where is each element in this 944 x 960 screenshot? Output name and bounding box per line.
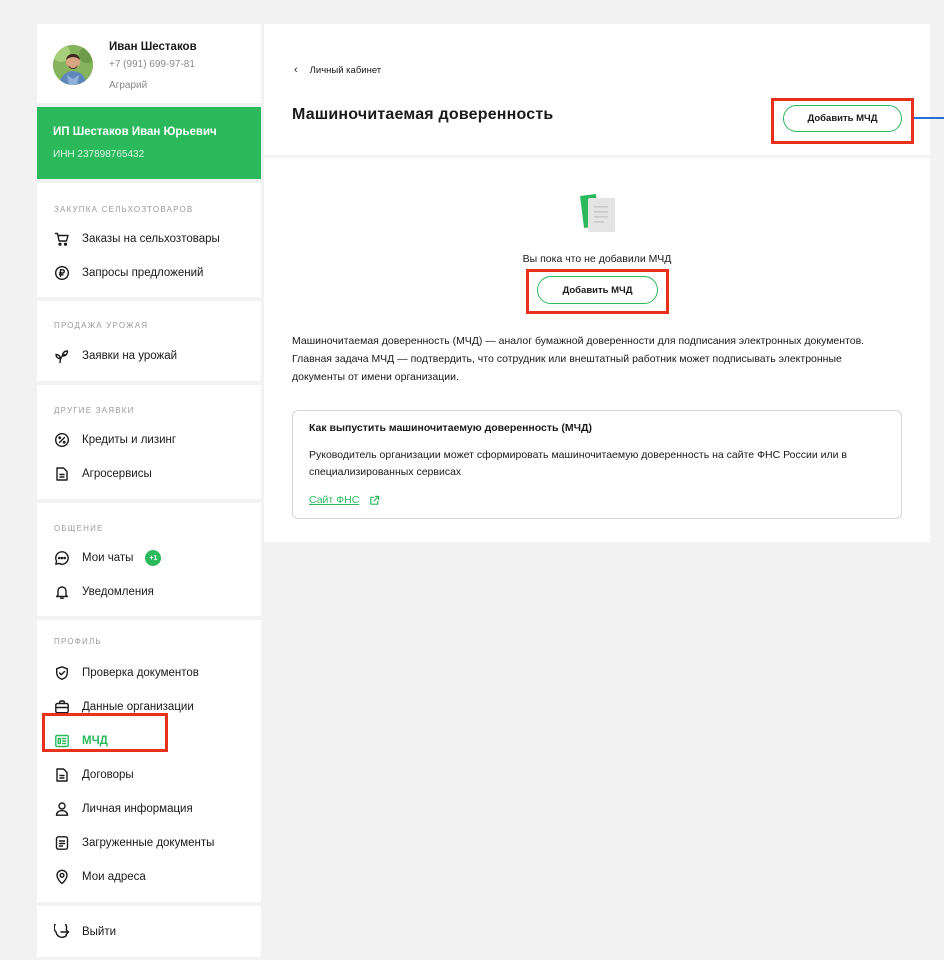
breadcrumb-label: Личный кабинет	[309, 64, 382, 76]
ruble-icon	[54, 265, 70, 281]
sidebar-item-label: Запросы предложений	[82, 267, 204, 279]
page-title: Машиночитаемая доверенность	[292, 106, 554, 123]
sidebar-item-label: Данные организации	[82, 701, 194, 713]
breadcrumb[interactable]: ‹ Личный кабинет	[294, 64, 381, 76]
organization-inn: ИНН 237898765432	[53, 149, 145, 160]
sprout-icon	[54, 348, 70, 364]
user-icon	[54, 801, 70, 817]
profile-role: Аграрий	[109, 80, 148, 91]
sidebar-item-label: Кредиты и лизинг	[82, 434, 177, 446]
sidebar-item-organization-data[interactable]: Данные организации	[37, 690, 261, 724]
mchd-description: Машиночитаемая доверенность (МЧД) — анал…	[292, 335, 865, 383]
sidebar-item-label: Агросервисы	[82, 468, 152, 480]
add-mchd-header-button[interactable]: Добавить МЧД	[783, 105, 902, 132]
page-header: ‹ Личный кабинет Машиночитаемая доверенн…	[264, 24, 930, 155]
sidebar-section-profile: ПРОФИЛЬ Проверка документов Данные орган…	[37, 620, 261, 902]
logout-label: Выйти	[82, 926, 117, 938]
shield-check-icon	[54, 665, 70, 681]
logout-button[interactable]: Выйти	[37, 915, 261, 949]
sidebar-item-label: Проверка документов	[82, 667, 199, 679]
sidebar-item-uploaded-docs[interactable]: Загруженные документы	[37, 826, 261, 860]
sidebar: Иван Шестаков +7 (991) 699-97-81 Аграрий…	[37, 24, 261, 960]
logout-icon	[54, 924, 70, 940]
sidebar-item-addresses[interactable]: Мои адреса	[37, 860, 261, 894]
external-link-icon	[370, 495, 380, 505]
sidebar-item-label: Заказы на сельхозтовары	[82, 233, 220, 245]
sidebar-section-purchase: ЗАКУПКА СЕЛЬХОЗТОВАРОВ Заказы на сельхоз…	[37, 183, 261, 297]
sidebar-item-credits[interactable]: Кредиты и лизинг	[37, 423, 261, 457]
info-card-title: Как выпустить машиночитаемую доверенност…	[309, 422, 592, 434]
sidebar-section-communication: ОБЩЕНИЕ Мои чаты +1 Уведомления	[37, 503, 261, 616]
add-mchd-button[interactable]: Добавить МЧД	[537, 276, 658, 304]
empty-state-text: Вы пока что не добавили МЧД	[522, 253, 672, 265]
organization-name: ИП Шестаков Иван Юрьевич	[53, 126, 217, 138]
sidebar-section-other: ДРУГИЕ ЗАЯВКИ Кредиты и лизинг Агросерви…	[37, 385, 261, 499]
chat-icon	[54, 550, 70, 566]
sidebar-item-personal-info[interactable]: Личная информация	[37, 792, 261, 826]
section-title: ОБЩЕНИЕ	[54, 524, 104, 533]
sidebar-item-contracts[interactable]: Договоры	[37, 758, 261, 792]
contract-icon	[54, 767, 70, 783]
avatar	[53, 45, 93, 85]
main-content: Вы пока что не добавили МЧД Добавить МЧД…	[264, 158, 930, 542]
sidebar-item-chats[interactable]: Мои чаты +1	[37, 541, 261, 575]
fns-site-link-label: Сайт ФНС	[309, 494, 360, 506]
profile-card[interactable]: Иван Шестаков +7 (991) 699-97-81 Аграрий	[37, 24, 261, 103]
sidebar-item-document-check[interactable]: Проверка документов	[37, 656, 261, 690]
section-title: ПРОДАЖА УРОЖАЯ	[54, 321, 149, 330]
section-title: ЗАКУПКА СЕЛЬХОЗТОВАРОВ	[54, 205, 194, 214]
briefcase-icon	[54, 699, 70, 715]
profile-phone: +7 (991) 699-97-81	[109, 59, 195, 70]
section-title: ДРУГИЕ ЗАЯВКИ	[54, 406, 135, 415]
sidebar-item-label: Договоры	[82, 769, 134, 781]
chevron-left-icon: ‹	[294, 64, 298, 76]
section-title: ПРОФИЛЬ	[54, 637, 102, 646]
cart-icon	[54, 231, 70, 247]
document-icon	[54, 466, 70, 482]
sidebar-item-label: Мои чаты	[82, 552, 134, 564]
uploaded-docs-icon	[54, 835, 70, 851]
bell-icon	[54, 584, 70, 600]
percent-icon	[54, 432, 70, 448]
organization-card[interactable]: ИП Шестаков Иван Юрьевич ИНН 23789876543…	[37, 107, 261, 179]
sidebar-section-logout: Выйти	[37, 906, 261, 957]
info-card-text: Руководитель организации может сформиров…	[309, 449, 848, 478]
location-pin-icon	[54, 869, 70, 885]
annotation-connector-line	[914, 117, 944, 119]
unread-badge: +1	[145, 550, 162, 566]
sidebar-item-label: Уведомления	[82, 586, 154, 598]
sidebar-item-harvest-requests[interactable]: Заявки на урожай	[37, 339, 261, 373]
sidebar-item-mchd[interactable]: МЧД	[37, 724, 261, 758]
sidebar-item-label: Личная информация	[82, 803, 193, 815]
sidebar-item-label: Мои адреса	[82, 871, 146, 883]
mchd-icon	[54, 733, 70, 749]
sidebar-item-orders[interactable]: Заказы на сельхозтовары	[37, 222, 261, 256]
sidebar-item-label: Загруженные документы	[82, 837, 215, 849]
sidebar-item-label: МЧД	[82, 735, 108, 747]
sidebar-item-notifications[interactable]: Уведомления	[37, 575, 261, 609]
fns-site-link[interactable]: Сайт ФНС	[309, 494, 380, 506]
sidebar-item-agroservices[interactable]: Агросервисы	[37, 457, 261, 491]
empty-documents-icon	[578, 192, 618, 238]
info-card: Как выпустить машиночитаемую доверенност…	[292, 410, 902, 519]
sidebar-item-requests[interactable]: Запросы предложений	[37, 256, 261, 290]
profile-name: Иван Шестаков	[109, 41, 197, 53]
sidebar-section-harvest: ПРОДАЖА УРОЖАЯ Заявки на урожай	[37, 301, 261, 381]
sidebar-item-label: Заявки на урожай	[82, 350, 178, 362]
